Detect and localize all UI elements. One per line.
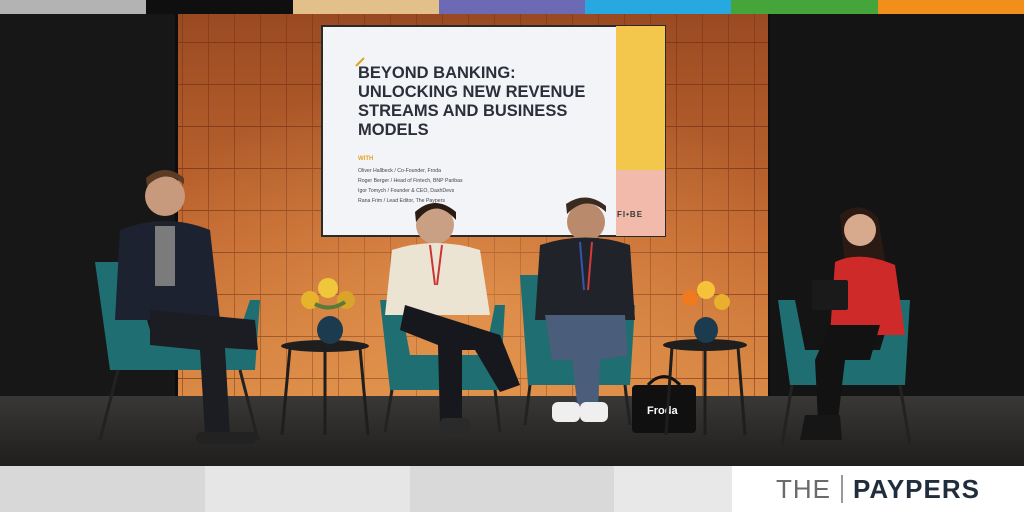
- stripe-2: [146, 0, 293, 14]
- screen-speaker-2: Roger Berger / Head of Fintech, BNP Pari…: [358, 178, 463, 184]
- logo-the: THE: [776, 473, 832, 504]
- screen-speaker-4: Rana Frim / Lead Editor, The Paypers: [358, 198, 445, 204]
- event-logo: FI•BE: [617, 210, 643, 219]
- bottom-seg-1: [0, 466, 205, 512]
- stripe-4: [438, 0, 586, 14]
- the-paypers-logo[interactable]: THE PAYPERS: [732, 466, 1024, 512]
- projection-screen: BEYOND BANKING: UNLOCKING NEW REVENUE ST…: [321, 25, 666, 237]
- froda-bag-label: Froda: [647, 405, 678, 417]
- screen-speaker-3: Igor Tomych / Founder & CEO, DashDevs: [358, 188, 455, 194]
- screen-title-line-2: UNLOCKING NEW REVENUE: [358, 83, 585, 101]
- stage-floor: [0, 396, 1024, 466]
- photo-frame: BEYOND BANKING: UNLOCKING NEW REVENUE ST…: [0, 0, 1024, 512]
- top-color-stripe: [0, 0, 1024, 14]
- stage-photo: BEYOND BANKING: UNLOCKING NEW REVENUE ST…: [0, 14, 1024, 466]
- bottom-seg-2: [204, 466, 410, 512]
- logo-divider: [841, 475, 844, 503]
- stripe-7: [877, 0, 1024, 14]
- screen-title-line-1: BEYOND BANKING:: [358, 64, 516, 82]
- screen-speaker-1: Oliver Hallbeck / Co-Founder, Froda: [358, 168, 441, 174]
- screen-with-label: WITH: [358, 156, 373, 162]
- stripe-1: [0, 0, 147, 14]
- stripe-3: [292, 0, 439, 14]
- logo-paypers: PAYPERS: [853, 473, 980, 504]
- screen-title-line-3: STREAMS AND BUSINESS: [358, 102, 567, 120]
- screen-title-line-4: MODELS: [358, 121, 429, 139]
- bottom-seg-3: [409, 466, 615, 512]
- stripe-5: [585, 0, 732, 14]
- stripe-6: [731, 0, 878, 14]
